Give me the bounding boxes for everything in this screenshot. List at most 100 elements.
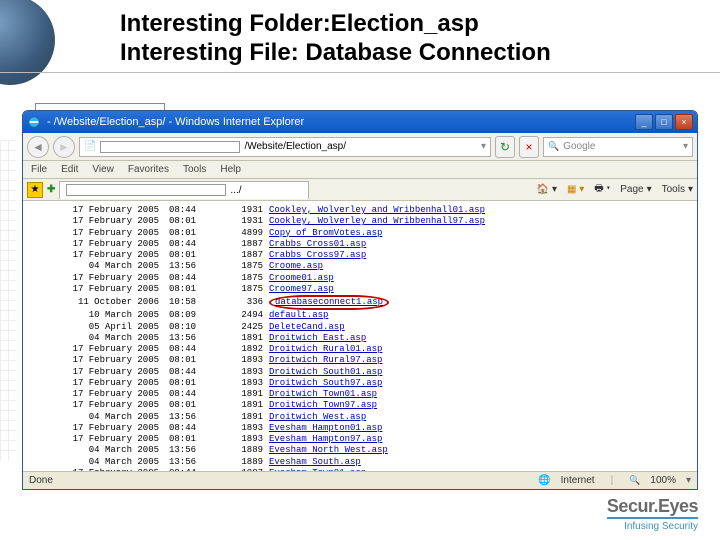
file-date: 10 March 2005: [29, 310, 169, 321]
listing-row: 17 February 200508:441893Evesham Hampton…: [29, 423, 691, 434]
file-link[interactable]: Croome01.asp: [269, 273, 334, 283]
internet-zone: Internet: [561, 475, 595, 486]
file-date: 17 February 2005: [29, 284, 169, 295]
file-link[interactable]: DeleteCand.asp: [269, 322, 345, 332]
directory-listing: 17 February 200508:441931Cookley, Wolver…: [23, 201, 697, 471]
print-button[interactable]: 🖶 ▾: [594, 181, 610, 198]
file-link[interactable]: Cookley, Wolverley and Wribbenhall01.asp: [269, 205, 485, 215]
listing-row: 11 October 200610:58336databaseconnect1.…: [29, 295, 691, 310]
listing-row: 17 February 200508:014899Copy of BromVot…: [29, 228, 691, 239]
address-dropdown-icon[interactable]: ▾: [481, 141, 486, 152]
file-link[interactable]: Evesham Hampton01.asp: [269, 423, 382, 433]
file-time: 08:44: [169, 205, 219, 216]
file-time: 08:44: [169, 389, 219, 400]
maximize-button[interactable]: □: [655, 114, 673, 130]
file-date: 17 February 2005: [29, 423, 169, 434]
file-size: 2494: [219, 310, 269, 321]
menu-file[interactable]: File: [31, 164, 47, 175]
feeds-button[interactable]: ▦ ▾: [567, 184, 584, 195]
file-link[interactable]: Droitwich West.asp: [269, 412, 366, 422]
file-size: 1875: [219, 261, 269, 272]
listing-row: 04 March 200513:561889Evesham North West…: [29, 445, 691, 456]
menu-view[interactable]: View: [92, 164, 114, 175]
stop-button[interactable]: ×: [519, 136, 539, 158]
toolbar-right: 🏠 ▾ ▦ ▾ 🖶 ▾ Page ▾ Tools ▾: [537, 181, 693, 198]
file-link[interactable]: Evesham South.asp: [269, 457, 361, 467]
file-link[interactable]: Droitwich South97.asp: [269, 378, 382, 388]
ie-window: - /Website/Election_asp/ - Windows Inter…: [22, 110, 698, 490]
file-link[interactable]: Droitwich Town01.asp: [269, 389, 377, 399]
file-link[interactable]: Croome.asp: [269, 261, 323, 271]
file-link[interactable]: databaseconnect1.asp: [275, 297, 383, 307]
file-link[interactable]: Droitwich Rural97.asp: [269, 355, 382, 365]
menu-favorites[interactable]: Favorites: [128, 164, 169, 175]
browser-tab[interactable]: .../: [59, 181, 309, 199]
close-button[interactable]: ×: [675, 114, 693, 130]
zoom-dropdown-icon[interactable]: ▾: [686, 475, 691, 486]
search-box[interactable]: Google ▾: [543, 137, 693, 157]
file-link[interactable]: Crabbs Cross01.asp: [269, 239, 366, 249]
favorites-icon[interactable]: ★: [27, 182, 43, 198]
home-button[interactable]: 🏠 ▾: [537, 184, 557, 195]
ie-icon: [27, 115, 41, 129]
menu-help[interactable]: Help: [220, 164, 241, 175]
file-date: 04 March 2005: [29, 261, 169, 272]
file-link[interactable]: Cookley, Wolverley and Wribbenhall97.asp: [269, 216, 485, 226]
file-size: 1875: [219, 284, 269, 295]
listing-row: 17 February 200508:011893Evesham Hampton…: [29, 434, 691, 445]
zoom-icon: [629, 475, 640, 486]
menu-edit[interactable]: Edit: [61, 164, 78, 175]
refresh-button[interactable]: ↻: [495, 136, 515, 158]
search-dropdown-icon[interactable]: ▾: [683, 141, 688, 152]
file-size: 1893: [219, 367, 269, 378]
file-size: 4899: [219, 228, 269, 239]
file-date: 04 March 2005: [29, 457, 169, 468]
add-favorite-icon[interactable]: ✚: [47, 184, 55, 195]
file-size: 1889: [219, 445, 269, 456]
file-time: 13:56: [169, 261, 219, 272]
back-button[interactable]: ◄: [27, 136, 49, 158]
file-time: 08:01: [169, 216, 219, 227]
file-date: 17 February 2005: [29, 344, 169, 355]
page-menu[interactable]: Page ▾: [620, 184, 651, 195]
search-icon: [548, 141, 559, 152]
footer-brand: Secur.Eyes Infusing Security: [607, 496, 698, 532]
file-link[interactable]: Droitwich Town97.asp: [269, 400, 377, 410]
file-time: 08:44: [169, 344, 219, 355]
file-size: 1892: [219, 344, 269, 355]
file-size: 1887: [219, 239, 269, 250]
address-bar[interactable]: 📄 /Website/Election_asp/ ▾: [79, 137, 491, 157]
file-link[interactable]: Droitwich Rural01.asp: [269, 344, 382, 354]
listing-row: 17 February 200508:441875Croome01.asp: [29, 273, 691, 284]
listing-row: 04 March 200513:561875Croome.asp: [29, 261, 691, 272]
file-link[interactable]: Evesham Hampton97.asp: [269, 434, 382, 444]
minimize-button[interactable]: _: [635, 114, 653, 130]
file-link[interactable]: Droitwich East.asp: [269, 333, 366, 343]
file-size: 1891: [219, 412, 269, 423]
file-time: 08:01: [169, 355, 219, 366]
menu-tools[interactable]: Tools: [183, 164, 206, 175]
file-time: 08:44: [169, 273, 219, 284]
listing-row: 17 February 200508:441892Droitwich Rural…: [29, 344, 691, 355]
file-size: 1891: [219, 333, 269, 344]
file-size: 1887: [219, 250, 269, 261]
zoom-level: 100%: [650, 475, 676, 486]
status-text: Done: [29, 475, 53, 486]
file-size: 1893: [219, 355, 269, 366]
file-link[interactable]: Croome97.asp: [269, 284, 334, 294]
forward-button[interactable]: ►: [53, 136, 75, 158]
file-link[interactable]: Droitwich South01.asp: [269, 367, 382, 377]
file-link[interactable]: Evesham North West.asp: [269, 445, 388, 455]
file-size: 1891: [219, 400, 269, 411]
file-time: 08:09: [169, 310, 219, 321]
listing-row: 17 February 200508:011887Crabbs Cross97.…: [29, 250, 691, 261]
listing-row: 17 February 200508:011875Croome97.asp: [29, 284, 691, 295]
listing-row: 04 March 200513:561889Evesham South.asp: [29, 457, 691, 468]
file-link[interactable]: default.asp: [269, 310, 328, 320]
file-link[interactable]: Crabbs Cross97.asp: [269, 250, 366, 260]
listing-row: 17 February 200508:011893Droitwich Rural…: [29, 355, 691, 366]
tools-menu[interactable]: Tools ▾: [662, 184, 693, 195]
file-link[interactable]: Copy of BromVotes.asp: [269, 228, 382, 238]
menubar: File Edit View Favorites Tools Help: [23, 161, 697, 179]
listing-row: 04 March 200513:561891Droitwich West.asp: [29, 412, 691, 423]
